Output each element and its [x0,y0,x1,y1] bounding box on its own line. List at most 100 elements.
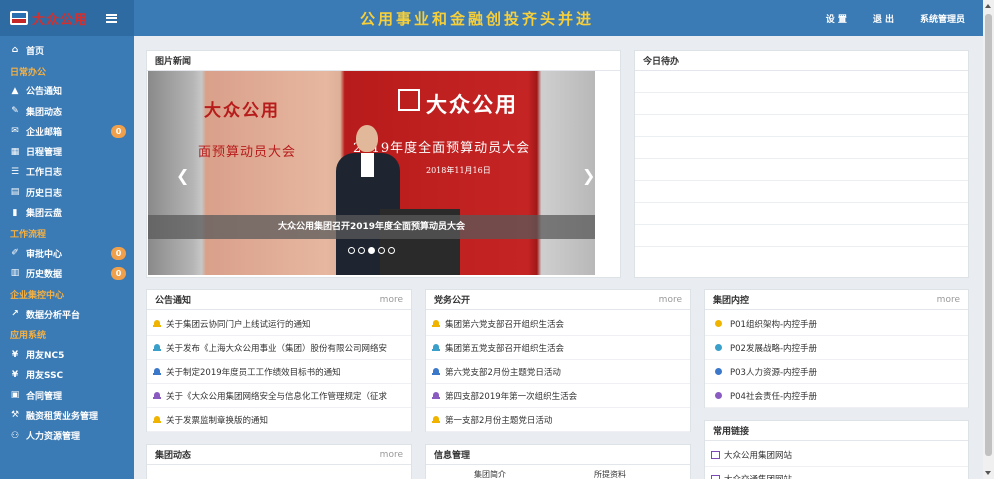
more-link[interactable]: more [380,295,403,305]
notice-list: 关于集团云协同门户上线试运行的通知关于发布《上海大众公用事业（集团）股份有限公司… [147,310,411,432]
links-panel: 常用链接 大众公用集团网站大众交通集团网站 [704,420,969,479]
list-item[interactable]: 第一支部2月份主题党日活动 [426,408,690,432]
next-arrow-icon[interactable]: ❯ [582,166,595,185]
settings-link[interactable]: 设 置 [826,12,847,25]
file-icon: ▮ [12,207,18,218]
list-icon: ☰ [10,166,20,177]
scroll-down-icon[interactable] [985,471,991,475]
sidebar-item[interactable]: ▮ 集团云盘 [0,202,134,222]
sidebar-item[interactable]: ▤ 历史日志 [0,182,134,202]
panel-title: 信息管理 [426,445,690,465]
sidebar-item[interactable]: ▣ 合同管理 [0,385,134,405]
more-link[interactable]: more [937,295,960,305]
list-item-text: 关于发票监制章换版的通知 [166,415,269,426]
list-item[interactable]: 第六党支部2月份主题党日活动 [426,360,690,384]
carousel-dot[interactable] [378,247,385,254]
photo-carousel[interactable]: 大众公用 面预算动员大会 大众公用 2019年度全面预算动员大会 2018年11… [148,71,595,275]
link-icon [711,474,720,479]
more-link[interactable]: more [380,450,403,460]
sidebar-item-label: 用友SSC [26,371,64,382]
bell-icon [153,319,161,328]
panel-header: 集团内控 more [705,290,968,310]
sidebar-item[interactable]: ¥ 用友NC5 [0,344,134,364]
carousel-dot[interactable] [358,247,365,254]
list-item-text: 关于发布《上海大众公用事业（集团）股份有限公司网络安 [166,343,388,354]
list-item[interactable]: 第四支部2019年第一次组织生活会 [426,384,690,408]
more-link[interactable]: more [659,295,682,305]
carousel-dot[interactable] [348,247,355,254]
yen-icon: ¥ [11,369,19,380]
dynamics-panel: 集团动态 more [146,444,412,479]
sidebar-item[interactable]: ⚒ 融资租赁业务管理 [0,405,134,425]
list-item[interactable]: 关于制定2019年度员工工作绩效目标书的通知 [147,360,411,384]
sidebar-item[interactable]: ✐ 审批中心 0 [0,243,134,263]
carousel-dot[interactable] [388,247,395,254]
sidebar-item-label: 首页 [26,46,45,57]
list-item[interactable]: P01组织架构-内控手册 [705,312,968,336]
bell-icon [432,391,440,400]
scroll-thumb[interactable] [985,14,992,456]
column-header: 所提资料 [594,470,626,479]
nav-section-heading: 日常办公 [10,67,47,78]
list-item-text: P04社会责任-内控手册 [730,391,818,402]
sidebar-item-label: 日程管理 [26,148,63,159]
bell-icon [153,415,161,424]
sidebar-item-label: 历史数据 [26,269,63,280]
logout-link[interactable]: 退 出 [873,12,894,25]
panel-header: 党务公开 more [426,290,690,310]
sidebar-item[interactable]: ⌂ 首页 [0,40,134,60]
list-item[interactable]: 集团第六党支部召开组织生活会 [426,312,690,336]
sidebar-item[interactable]: ¥ 用友SSC [0,365,134,385]
header-banner: 公用事业和金融创投齐头并进 [360,10,595,28]
list-item[interactable]: P04社会责任-内控手册 [705,384,968,408]
panel-header: 公告通知 more [147,290,411,310]
column-header: 集团简介 [474,470,506,479]
sidebar-item[interactable]: ✉ 企业邮箱 0 [0,121,134,141]
logo-bar: 大众公用 [0,0,134,36]
photo-news-panel: 图片新闻 大众公用 面预算动员大会 大众公用 2019年度全面预算动员大会 20… [146,50,621,278]
sidebar-item[interactable]: ▦ 日程管理 [0,141,134,161]
circle-icon [715,368,722,375]
logo-text: 大众公用 [32,12,89,28]
links-list: 大众公用集团网站大众交通集团网站 [705,441,968,479]
party-list: 集团第六党支部召开组织生活会 集团第五党支部召开组织生活会 第六党支部2月份主题党日… [426,310,690,432]
list-item[interactable]: P03人力资源-内控手册 [705,360,968,384]
link-item[interactable]: 大众交通集团网站 [705,467,968,479]
sidebar-item[interactable]: ⚇ 人力资源管理 [0,426,134,446]
prev-arrow-icon[interactable]: ❮ [176,166,189,185]
vertical-scrollbar[interactable] [983,0,994,479]
list-item-text: P03人力资源-内控手册 [730,367,818,378]
list-item[interactable]: 关于集团云协同门户上线试运行的通知 [147,312,411,336]
scroll-up-icon[interactable] [985,4,991,8]
sidebar-item-label: 集团动态 [26,107,63,118]
pencil-icon: ✎ [11,106,19,117]
list-item[interactable]: P02发展战略-内控手册 [705,336,968,360]
sidebar-item-label: 历史日志 [26,188,63,199]
bell-icon [432,343,440,352]
circle-icon [715,344,722,351]
carousel-dot[interactable] [368,247,375,254]
link-icon [711,450,720,459]
sidebar-item-label: 公告通知 [26,87,63,98]
sidebar-item[interactable]: ✎ 集团动态 [0,101,134,121]
list-item[interactable]: 集团第五党支部召开组织生活会 [426,336,690,360]
list-item[interactable]: 关于发布《上海大众公用事业（集团）股份有限公司网络安 [147,336,411,360]
menu-toggle-icon[interactable] [106,13,118,23]
slide-text: 面预算动员大会 [198,145,297,160]
slide-logo-icon [398,89,420,111]
list-item-text: 关于集团云协同门户上线试运行的通知 [166,319,311,330]
link-item[interactable]: 大众公用集团网站 [705,443,968,467]
sidebar-item[interactable]: ☰ 工作日志 [0,162,134,182]
internal-control-panel: 集团内控 more P01组织架构-内控手册 P02发展战略-内控手册 P03人力资… [704,289,969,408]
sidebar-item[interactable]: ▥ 历史数据 0 [0,263,134,283]
count-badge: 0 [111,125,126,139]
sidebar-item[interactable]: ↗ 数据分析平台 [0,304,134,324]
panel-title: 公告通知 [155,296,192,306]
sidebar-item-label: 审批中心 [26,249,63,260]
yen-icon: ¥ [11,349,19,360]
carousel-caption[interactable]: 大众公用集团召开2019年度全面预算动员大会 [148,215,595,239]
list-item[interactable]: 关于发票监制章换版的通知 [147,408,411,432]
user-menu[interactable]: 系统管理员 [920,12,965,25]
list-item[interactable]: 关于《大众公用集团网络安全与信息化工作管理规定（征求 [147,384,411,408]
sidebar-item[interactable]: ▲ 公告通知 [0,81,134,101]
